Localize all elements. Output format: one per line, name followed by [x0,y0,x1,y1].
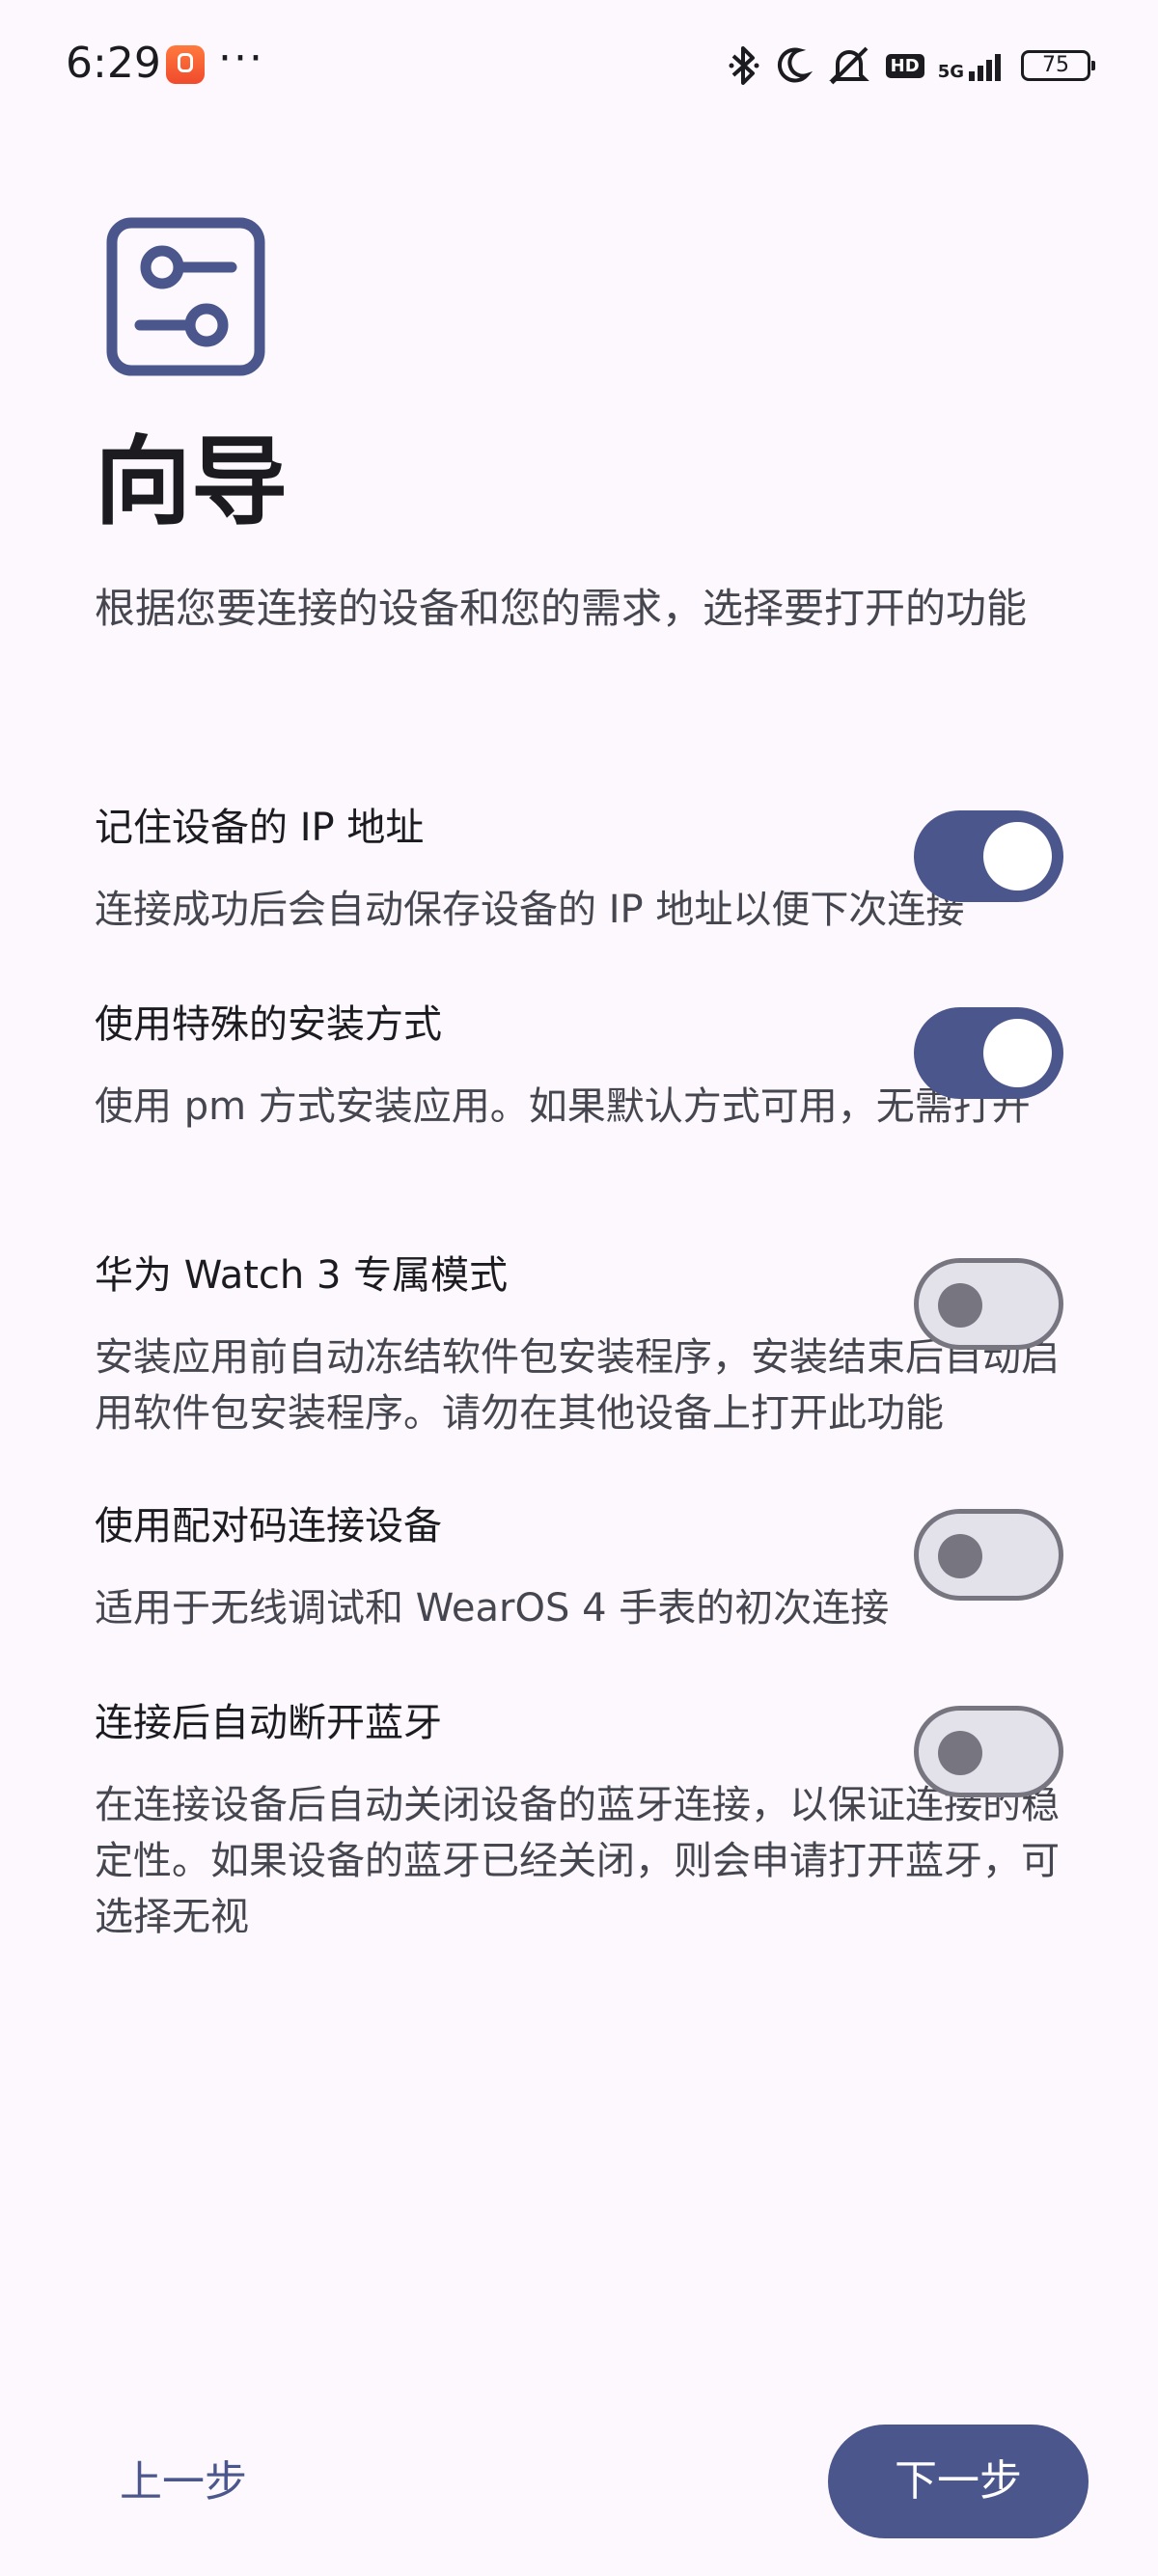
page-description: 根据您要连接的设备和您的需求，选择要打开的功能 [95,585,1028,632]
switch-knob [938,1283,982,1328]
setting-title: 使用特殊的安装方式 [95,1002,442,1047]
setting-title: 连接后自动断开蓝牙 [95,1701,442,1745]
setting-pairing-code[interactable]: 使用配对码连接设备 适用于无线调试和 WearOS 4 手表的初次连接 [0,1497,1158,1694]
disconnect-bluetooth-switch[interactable] [914,1706,1063,1797]
setting-title: 华为 Watch 3 专属模式 [95,1253,509,1298]
status-time: 6:29 [66,39,161,88]
settings-sliders-icon [106,217,265,376]
huawei-watch3-switch[interactable] [914,1258,1063,1350]
settings-list: 记住设备的 IP 地址 连接成功后会自动保存设备的 IP 地址以便下次连接 使用… [0,799,1158,1984]
more-notifications-icon: ··· [218,34,264,83]
setting-description: 在连接设备后自动关闭设备的蓝牙连接，以保证连接的稳定性。如果设备的蓝牙已经关闭，… [95,1783,1060,1939]
battery-icon: 75 [1021,50,1095,81]
switch-knob [938,1534,982,1578]
pairing-code-switch[interactable] [914,1509,1063,1601]
network-type: 5G [937,62,964,82]
previous-step-button[interactable]: 上一步 [87,2436,280,2528]
remember-ip-switch[interactable] [914,810,1063,902]
setting-remember-ip[interactable]: 记住设备的 IP 地址 连接成功后会自动保存设备的 IP 地址以便下次连接 [0,799,1158,996]
bluetooth-icon [729,46,759,85]
switch-knob [983,822,1052,891]
switch-knob [938,1731,982,1775]
moon-icon [777,47,813,83]
status-bar: 6:29 ··· HD 5G 75 [0,0,1158,130]
hd-icon: HD [885,53,924,78]
setting-disconnect-bluetooth[interactable]: 连接后自动断开蓝牙 在连接设备后自动关闭设备的蓝牙连接，以保证连接的稳定性。如果… [0,1694,1158,1984]
app-icon [166,45,205,84]
special-install-switch[interactable] [914,1007,1063,1099]
next-step-button[interactable]: 下一步 [828,2425,1089,2538]
setting-special-install[interactable]: 使用特殊的安装方式 使用 pm 方式安装应用。如果默认方式可用，无需打开 [0,996,1158,1247]
status-icons: HD 5G 75 [728,39,1095,93]
bell-off-icon [828,46,869,85]
setting-title: 记住设备的 IP 地址 [95,806,425,850]
setting-title: 使用配对码连接设备 [95,1504,442,1548]
page-title: 向导 [95,425,288,538]
setting-huawei-watch3-mode[interactable]: 华为 Watch 3 专属模式 安装应用前自动冻结软件包安装程序，安装结束后自动… [0,1247,1158,1497]
switch-knob [983,1019,1052,1087]
signal-icon: 5G [938,50,1007,81]
setting-description: 安装应用前自动冻结软件包安装程序，安装结束后自动启用软件包安装程序。请勿在其他设… [95,1335,1060,1436]
